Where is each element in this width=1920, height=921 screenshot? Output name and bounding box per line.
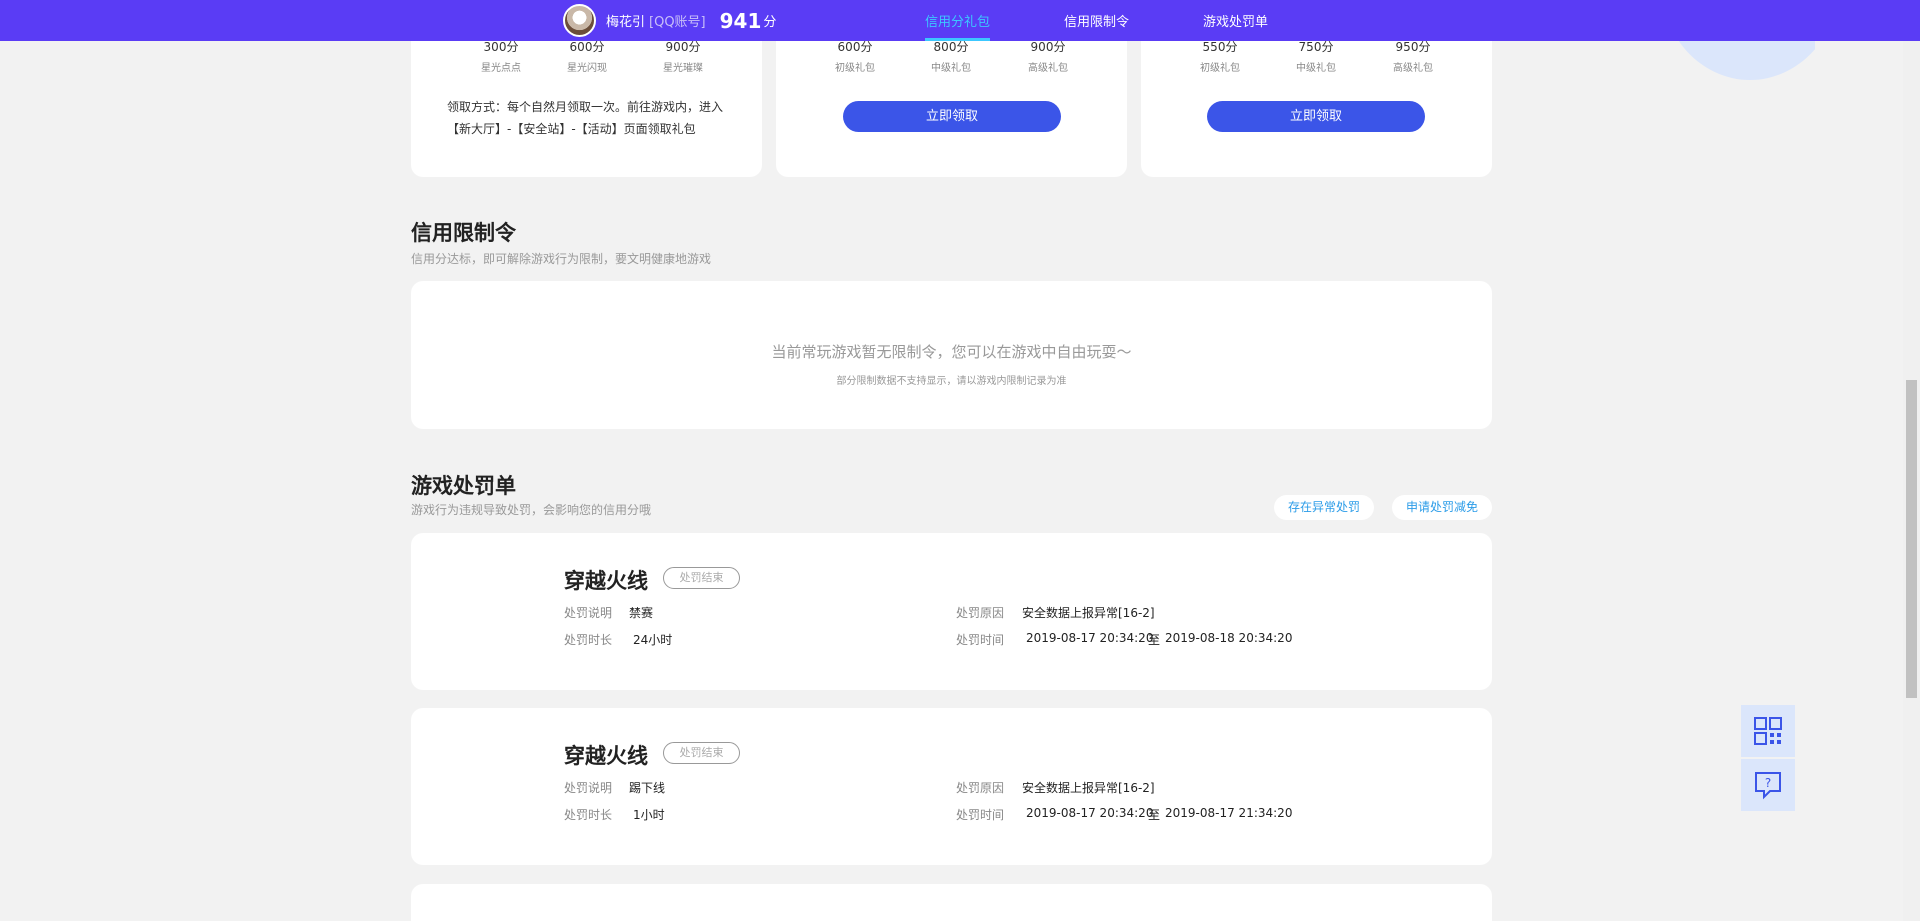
credit-score-unit: 分 xyxy=(763,15,777,30)
restriction-empty-note: 部分限制数据不支持显示，请以游戏内限制记录为准 xyxy=(836,376,1067,387)
penalty-time-label: 处罚时间 xyxy=(956,808,1005,822)
tier-name: 高级礼包 xyxy=(1393,63,1433,74)
restriction-empty-card: 当前常玩游戏暂无限制令，您可以在游戏中自由玩耍～ 部分限制数据不支持显示，请以游… xyxy=(411,281,1492,429)
penalty-time-separator: 至 xyxy=(1148,808,1161,822)
penalty-game-name: 穿越火线 xyxy=(564,569,648,593)
penalty-desc-label: 处罚说明 xyxy=(564,781,613,795)
penalty-reason-label: 处罚原因 xyxy=(956,781,1005,795)
tier-name: 星光璀璨 xyxy=(663,63,703,74)
qr-code-icon xyxy=(1754,717,1782,745)
gift-tier: 800分 中级礼包 xyxy=(911,38,991,74)
penalty-record: 穿越火线 处罚结束 处罚说明 禁赛 处罚原因 安全数据上报异常[16-2] 处罚… xyxy=(411,533,1492,690)
penalty-time-end: 2019-08-18 20:34:20 xyxy=(1165,631,1293,645)
tier-name: 中级礼包 xyxy=(931,63,971,74)
tier-name: 初级礼包 xyxy=(835,63,875,74)
user-info: 梅花引 [QQ账号] 941 分 xyxy=(563,4,776,37)
abnormal-penalty-button[interactable]: 存在异常处罚 xyxy=(1274,495,1374,520)
penalty-duration-label: 处罚时长 xyxy=(564,808,613,822)
penalty-desc-value: 踢下线 xyxy=(629,781,666,795)
scrollbar-thumb[interactable] xyxy=(1906,380,1917,698)
gift-card-star: 300分 星光点点 600分 星光闪现 900分 星光璀璨 领取方式：每个自然月… xyxy=(411,20,762,177)
qr-code-button[interactable] xyxy=(1741,705,1795,757)
penalty-reason-value: 安全数据上报异常[16-2] xyxy=(1022,781,1155,795)
claim-button[interactable]: 立即领取 xyxy=(1207,101,1425,132)
gift-card-game-b: 550分 初级礼包 750分 中级礼包 950分 高级礼包 立即领取 xyxy=(1141,20,1492,177)
claim-method-note: 领取方式：每个自然月领取一次。前往游戏内，进入【新大厅】-【安全站】-【活动】页… xyxy=(447,100,724,136)
penalty-record: 穿越火线 处罚结束 处罚说明 踢下线 处罚原因 安全数据上报异常[16-2] 处… xyxy=(411,708,1492,865)
restriction-section-subtitle: 信用分达标，即可解除游戏行为限制，要文明健康地游戏 xyxy=(411,252,712,266)
gift-tier: 900分 高级礼包 xyxy=(1008,38,1088,74)
penalty-time-label: 处罚时间 xyxy=(956,633,1005,647)
claim-button[interactable]: 立即领取 xyxy=(843,101,1061,132)
penalty-time-separator: 至 xyxy=(1148,633,1161,647)
penalty-game-name: 穿越火线 xyxy=(564,744,648,768)
credit-score: 941 xyxy=(719,8,762,33)
penalty-desc-label: 处罚说明 xyxy=(564,606,613,620)
penalty-status-badge: 处罚结束 xyxy=(663,742,740,764)
tab-game-penalty[interactable]: 游戏处罚单 xyxy=(1203,0,1268,41)
penalty-section-title: 游戏处罚单 xyxy=(411,474,516,498)
penalty-status-badge: 处罚结束 xyxy=(663,567,740,589)
penalty-reason-value: 安全数据上报异常[16-2] xyxy=(1022,606,1155,620)
feedback-button[interactable]: ? xyxy=(1741,759,1795,811)
gift-tier: 750分 中级礼包 xyxy=(1276,38,1356,74)
tier-name: 初级礼包 xyxy=(1200,63,1240,74)
restriction-section-title: 信用限制令 xyxy=(411,221,516,245)
tab-credit-restriction[interactable]: 信用限制令 xyxy=(1064,0,1129,41)
penalty-record xyxy=(411,884,1492,921)
penalty-duration-value: 24小时 xyxy=(633,633,673,647)
gift-tier: 900分 星光璀璨 xyxy=(643,38,723,74)
tier-name: 高级礼包 xyxy=(1028,63,1068,74)
user-name: 梅花引 xyxy=(606,15,646,30)
gift-tier: 550分 初级礼包 xyxy=(1180,38,1260,74)
top-navigation-bar: 梅花引 [QQ账号] 941 分 信用分礼包 信用限制令 游戏处罚单 xyxy=(0,0,1920,41)
tier-name: 星光闪现 xyxy=(567,63,607,74)
penalty-duration-value: 1小时 xyxy=(633,808,665,822)
avatar[interactable] xyxy=(563,4,596,37)
penalty-duration-label: 处罚时长 xyxy=(564,633,613,647)
penalty-section-subtitle: 游戏行为违规导致处罚，会影响您的信用分哦 xyxy=(411,503,652,517)
gift-tier: 600分 初级礼包 xyxy=(815,38,895,74)
penalty-time-end: 2019-08-17 21:34:20 xyxy=(1165,806,1293,820)
feedback-icon: ? xyxy=(1755,772,1781,800)
restriction-empty-message: 当前常玩游戏暂无限制令，您可以在游戏中自由玩耍～ xyxy=(771,343,1132,361)
gift-tier: 300分 星光点点 xyxy=(461,38,541,74)
penalty-time-start: 2019-08-17 20:34:20 xyxy=(1026,806,1154,820)
penalty-desc-value: 禁赛 xyxy=(629,606,654,620)
tier-name: 中级礼包 xyxy=(1296,63,1336,74)
svg-text:?: ? xyxy=(1765,776,1771,790)
apply-reduction-button[interactable]: 申请处罚减免 xyxy=(1392,495,1492,520)
gift-card-game-a: 600分 初级礼包 800分 中级礼包 900分 高级礼包 立即领取 xyxy=(776,20,1127,177)
tier-name: 星光点点 xyxy=(481,63,521,74)
tab-credit-gift[interactable]: 信用分礼包 xyxy=(925,0,991,41)
penalty-reason-label: 处罚原因 xyxy=(956,606,1005,620)
gift-tier: 600分 星光闪现 xyxy=(547,38,627,74)
account-type: [QQ账号] xyxy=(649,15,706,30)
penalty-time-start: 2019-08-17 20:34:20 xyxy=(1026,631,1154,645)
gift-tier: 950分 高级礼包 xyxy=(1373,38,1453,74)
